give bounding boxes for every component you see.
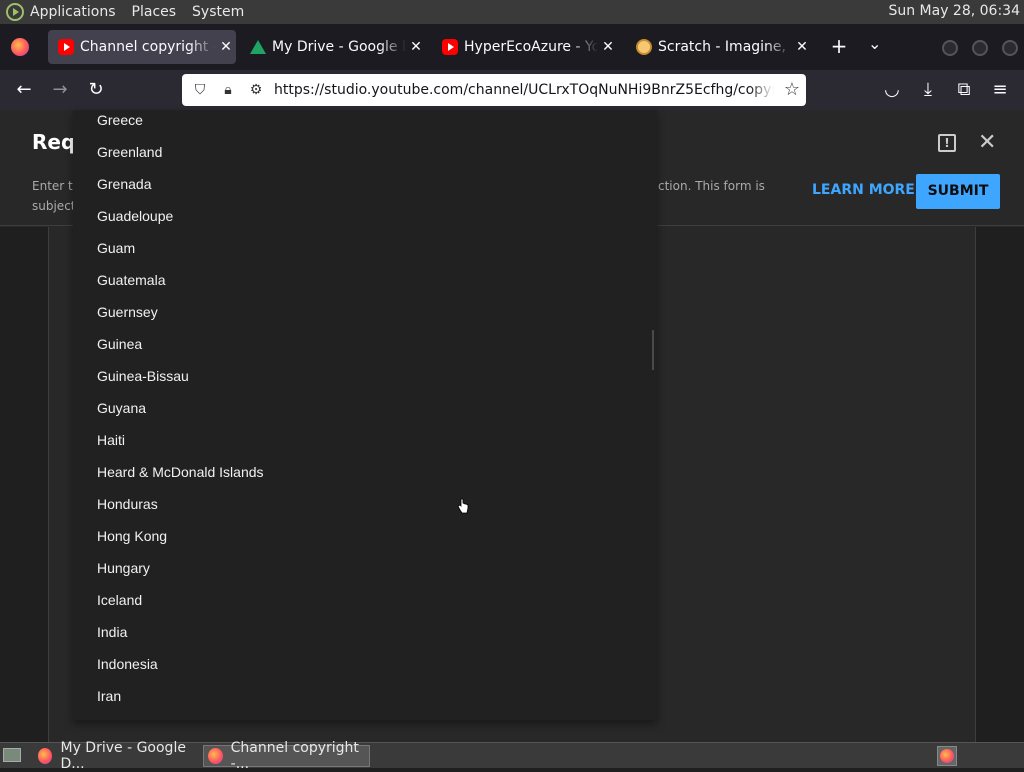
hand-cursor-icon bbox=[457, 498, 469, 514]
country-option[interactable]: Honduras bbox=[97, 494, 158, 526]
taskbar-item-label: Channel copyright -... bbox=[230, 740, 359, 772]
close-tab-icon[interactable]: ✕ bbox=[792, 39, 812, 55]
url-text[interactable]: https://studio.youtube.com/channel/UCLrx… bbox=[274, 82, 774, 98]
country-option[interactable]: Iceland bbox=[97, 590, 142, 622]
country-option[interactable]: Hungary bbox=[97, 558, 150, 590]
lock-icon[interactable]: 🔒︎ bbox=[218, 80, 238, 100]
menu-system[interactable]: System bbox=[192, 4, 244, 20]
minimize-window-icon[interactable] bbox=[942, 40, 958, 56]
tab-channel-copyright[interactable]: Channel copyright - YouTube Studio ✕ bbox=[48, 30, 236, 64]
country-option[interactable]: Guam bbox=[97, 238, 135, 270]
country-option[interactable]: Guatemala bbox=[97, 270, 165, 302]
firefox-icon bbox=[208, 748, 223, 764]
permissions-icon[interactable]: ⚙︎ bbox=[246, 80, 266, 100]
tab-bar: Channel copyright - YouTube Studio ✕ My … bbox=[0, 24, 1024, 70]
close-dialog-icon[interactable]: ✕ bbox=[978, 130, 996, 155]
country-option[interactable]: Guyana bbox=[97, 398, 146, 430]
country-option[interactable]: Haiti bbox=[97, 430, 125, 462]
new-tab-icon[interactable]: + bbox=[828, 34, 850, 58]
tray-firefox-icon[interactable] bbox=[937, 746, 957, 766]
right-gutter bbox=[976, 227, 1024, 742]
feedback-icon[interactable]: ! bbox=[938, 134, 956, 152]
pocket-icon[interactable]: ◡ bbox=[880, 78, 904, 102]
dialog-description-line2: subject bbox=[32, 199, 76, 213]
scratch-icon bbox=[636, 39, 652, 55]
country-option[interactable]: Hong Kong bbox=[97, 526, 167, 558]
extensions-icon[interactable]: ⧉ bbox=[952, 78, 976, 102]
youtube-icon bbox=[58, 39, 74, 55]
dialog-description-line1-right: ction. This form is bbox=[658, 179, 765, 193]
country-option[interactable]: Guernsey bbox=[97, 302, 158, 334]
applications-logo-icon[interactable] bbox=[6, 3, 24, 21]
tracking-protection-shield-icon[interactable]: ⛉ bbox=[190, 80, 210, 100]
maximize-window-icon[interactable] bbox=[972, 40, 988, 56]
back-icon[interactable]: ← bbox=[12, 78, 36, 102]
menu-applications[interactable]: Applications bbox=[30, 4, 116, 20]
bottom-taskbar: My Drive - Google D... Channel copyright… bbox=[0, 740, 1024, 772]
country-option[interactable]: Heard & McDonald Islands bbox=[97, 462, 264, 494]
list-all-tabs-icon[interactable]: ⌄ bbox=[868, 34, 881, 53]
country-option[interactable]: Guadeloupe bbox=[97, 206, 173, 238]
app-menu-icon[interactable]: ≡ bbox=[988, 78, 1012, 102]
country-dropdown-list[interactable]: Greece Greenland Grenada Guadeloupe Guam… bbox=[73, 110, 657, 720]
tab-title: Channel copyright - YouTube Studio bbox=[80, 39, 216, 55]
tab-title: Scratch - Imagine, Program, Share bbox=[658, 39, 792, 55]
dropdown-scrollbar[interactable] bbox=[652, 330, 654, 370]
downloads-icon[interactable]: ⤓ bbox=[916, 78, 940, 102]
tab-title: My Drive - Google Drive bbox=[272, 39, 406, 55]
country-option[interactable]: Grenada bbox=[97, 174, 151, 206]
country-option[interactable]: Greenland bbox=[97, 142, 162, 174]
reload-icon[interactable]: ↻ bbox=[84, 78, 108, 102]
top-panel: Applications Places System Sun May 28, 0… bbox=[0, 0, 1024, 24]
country-option[interactable]: Guinea-Bissau bbox=[97, 366, 189, 398]
country-option[interactable]: Greece bbox=[97, 110, 143, 142]
firefox-view-icon[interactable] bbox=[11, 38, 29, 56]
navigation-bar: ← → ↻ ⛉ 🔒︎ ⚙︎ https://studio.youtube.com… bbox=[0, 70, 1024, 110]
submit-button[interactable]: SUBMIT bbox=[916, 174, 1000, 209]
firefox-icon bbox=[38, 748, 53, 764]
close-tab-icon[interactable]: ✕ bbox=[598, 39, 618, 55]
clock[interactable]: Sun May 28, 06:34 bbox=[888, 3, 1020, 19]
learn-more-button[interactable]: LEARN MORE bbox=[812, 182, 915, 198]
taskbar-item-my-drive[interactable]: My Drive - Google D... bbox=[34, 740, 200, 772]
country-option[interactable]: Iran bbox=[97, 686, 121, 718]
close-window-icon[interactable] bbox=[1002, 40, 1018, 56]
show-desktop-icon[interactable] bbox=[3, 748, 21, 762]
tab-scratch[interactable]: Scratch - Imagine, Program, Share ✕ bbox=[626, 30, 812, 64]
left-gutter bbox=[0, 227, 48, 742]
menu-places[interactable]: Places bbox=[132, 4, 177, 20]
forward-icon[interactable]: → bbox=[48, 78, 72, 102]
bookmark-star-icon[interactable]: ☆ bbox=[784, 79, 800, 100]
youtube-icon bbox=[442, 39, 458, 55]
country-option[interactable]: Indonesia bbox=[97, 654, 158, 686]
country-option[interactable]: India bbox=[97, 622, 127, 654]
taskbar-item-label: My Drive - Google D... bbox=[60, 740, 186, 772]
taskbar-item-channel-copyright[interactable]: Channel copyright -... bbox=[203, 740, 370, 772]
google-drive-icon bbox=[250, 40, 266, 54]
country-option[interactable]: Guinea bbox=[97, 334, 142, 366]
tab-hyperecoazure[interactable]: HyperEcoAzure - YouTube ✕ bbox=[432, 30, 618, 64]
close-tab-icon[interactable]: ✕ bbox=[406, 39, 426, 55]
close-tab-icon[interactable]: ✕ bbox=[216, 39, 236, 55]
url-bar[interactable]: ⛉ 🔒︎ ⚙︎ https://studio.youtube.com/chann… bbox=[182, 74, 806, 106]
tab-my-drive[interactable]: My Drive - Google Drive ✕ bbox=[240, 30, 426, 64]
tab-title: HyperEcoAzure - YouTube bbox=[464, 39, 598, 55]
